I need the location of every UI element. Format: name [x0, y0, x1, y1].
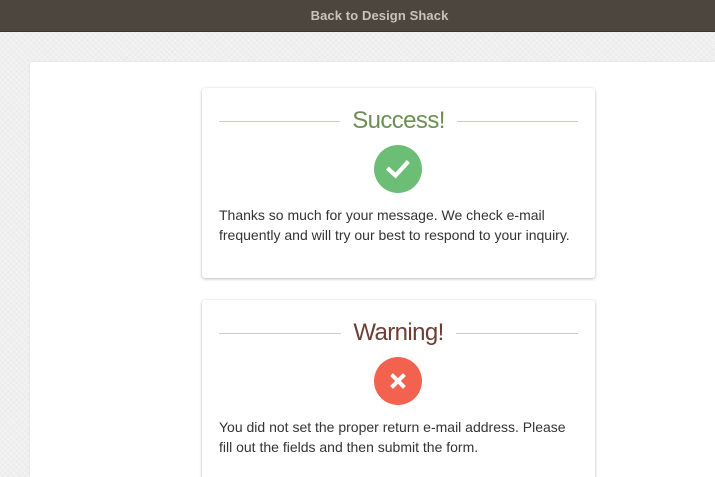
heading-rule-left	[219, 332, 342, 334]
success-card: Success! Thanks so much for your message…	[202, 88, 595, 278]
warning-card: Warning! You did not set the proper retu…	[202, 300, 595, 477]
heading-rule-left	[219, 120, 341, 122]
success-title: Success!	[352, 107, 445, 134]
heading-rule-right	[456, 120, 579, 122]
back-to-design-shack-link[interactable]: Back to Design Shack	[311, 8, 449, 23]
x-icon	[374, 357, 422, 405]
warning-message: You did not set the proper return e-mail…	[219, 419, 566, 455]
warning-heading: Warning!	[219, 316, 579, 350]
top-bar: Back to Design Shack	[0, 0, 715, 32]
success-heading: Success!	[219, 104, 579, 138]
warning-title: Warning!	[353, 319, 444, 346]
checkmark-icon	[374, 145, 422, 193]
success-message: Thanks so much for your message. We chec…	[219, 207, 570, 243]
heading-rule-right	[455, 332, 579, 334]
